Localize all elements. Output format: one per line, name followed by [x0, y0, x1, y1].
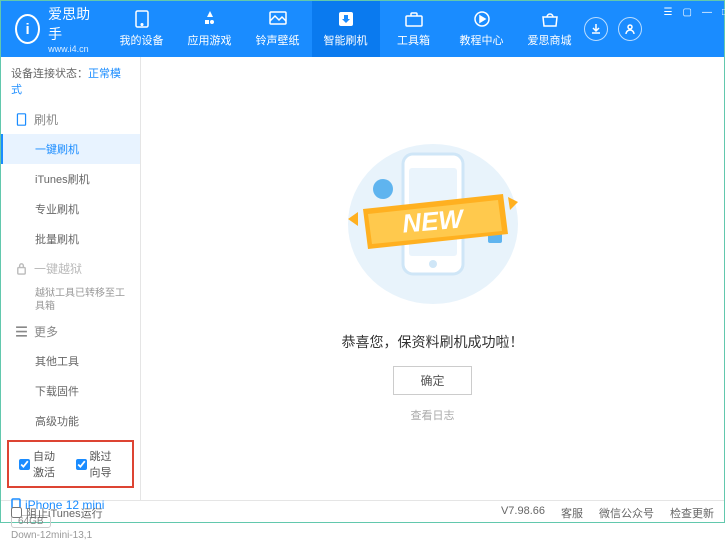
- connection-status: 设备连接状态：正常模式: [1, 57, 140, 105]
- checkbox-auto-activate[interactable]: 自动激活: [19, 448, 66, 480]
- tab-toolbox[interactable]: 工具箱: [380, 1, 448, 57]
- toolbox-icon: [405, 10, 423, 28]
- lock-icon: [15, 262, 28, 275]
- titlebar: i 爱思助手 www.i4.cn 我的设备 应用游戏 铃声壁纸 智能刷机 工具箱…: [1, 1, 724, 57]
- minimize-button[interactable]: —: [702, 7, 712, 18]
- phone-icon: [133, 10, 151, 28]
- view-log-link[interactable]: 查看日志: [411, 407, 455, 423]
- download-button[interactable]: [584, 17, 608, 41]
- tab-my-device[interactable]: 我的设备: [108, 1, 176, 57]
- sidebar-item-other-tools[interactable]: 其他工具: [1, 346, 140, 376]
- window-controls: ☰ ▢ — □ ✕: [654, 1, 725, 57]
- nav-tabs: 我的设备 应用游戏 铃声壁纸 智能刷机 工具箱 教程中心 爱思商城: [108, 1, 584, 57]
- tutorial-icon: [473, 10, 491, 28]
- sidebar-item-download-firmware[interactable]: 下载固件: [1, 376, 140, 406]
- menu-icon[interactable]: ☰: [664, 7, 673, 18]
- logo-area: i 爱思助手 www.i4.cn: [1, 4, 108, 54]
- service-link[interactable]: 客服: [561, 505, 583, 521]
- version-label: V7.98.66: [501, 505, 545, 521]
- checkbox-skip-wizard[interactable]: 跳过向导: [76, 448, 123, 480]
- apps-icon: [201, 10, 219, 28]
- sidebar-item-batch-flash[interactable]: 批量刷机: [1, 224, 140, 254]
- section-jailbreak[interactable]: 一键越狱: [1, 254, 140, 283]
- tab-store[interactable]: 爱思商城: [516, 1, 584, 57]
- sidebar-item-pro-flash[interactable]: 专业刷机: [1, 194, 140, 224]
- logo-icon: i: [15, 14, 40, 44]
- success-illustration: NEW: [363, 134, 503, 314]
- sidebar-item-itunes-flash[interactable]: iTunes刷机: [1, 164, 140, 194]
- wallpaper-icon: [269, 10, 287, 28]
- tab-ringtones[interactable]: 铃声壁纸: [244, 1, 312, 57]
- sidebar-item-oneclick-flash[interactable]: 一键刷机: [1, 134, 140, 164]
- store-icon: [541, 10, 559, 28]
- options-highlight-box: 自动激活 跳过向导: [7, 440, 134, 488]
- success-message: 恭喜您，保资料刷机成功啦！: [342, 332, 524, 352]
- update-link[interactable]: 检查更新: [670, 505, 714, 521]
- user-button[interactable]: [618, 17, 642, 41]
- device-meta: Down-12mini-13,1: [11, 530, 130, 541]
- app-name: 爱思助手: [48, 4, 93, 44]
- phone-small-icon: [15, 113, 28, 126]
- app-url: www.i4.cn: [48, 44, 93, 54]
- ok-button[interactable]: 确定: [393, 366, 471, 395]
- sidebar-item-advanced[interactable]: 高级功能: [1, 406, 140, 436]
- skin-icon[interactable]: ▢: [682, 7, 691, 18]
- sidebar: 设备连接状态：正常模式 刷机 一键刷机 iTunes刷机 专业刷机 批量刷机 一…: [1, 57, 141, 500]
- new-badge-text: NEW: [401, 203, 466, 238]
- tab-tutorials[interactable]: 教程中心: [448, 1, 516, 57]
- flash-icon: [337, 10, 355, 28]
- header-right-icons: [584, 17, 654, 41]
- wechat-link[interactable]: 微信公众号: [599, 505, 654, 521]
- checkbox-block-itunes[interactable]: 阻止iTunes运行: [11, 505, 103, 521]
- section-more[interactable]: 更多: [1, 317, 140, 346]
- section-flash[interactable]: 刷机: [1, 105, 140, 134]
- tab-apps-games[interactable]: 应用游戏: [176, 1, 244, 57]
- jailbreak-note: 越狱工具已转移至工具箱: [1, 283, 140, 317]
- main-content: NEW 恭喜您，保资料刷机成功啦！ 确定 查看日志: [141, 57, 724, 500]
- menu-lines-icon: [15, 325, 28, 338]
- tab-smart-flash[interactable]: 智能刷机: [312, 1, 380, 57]
